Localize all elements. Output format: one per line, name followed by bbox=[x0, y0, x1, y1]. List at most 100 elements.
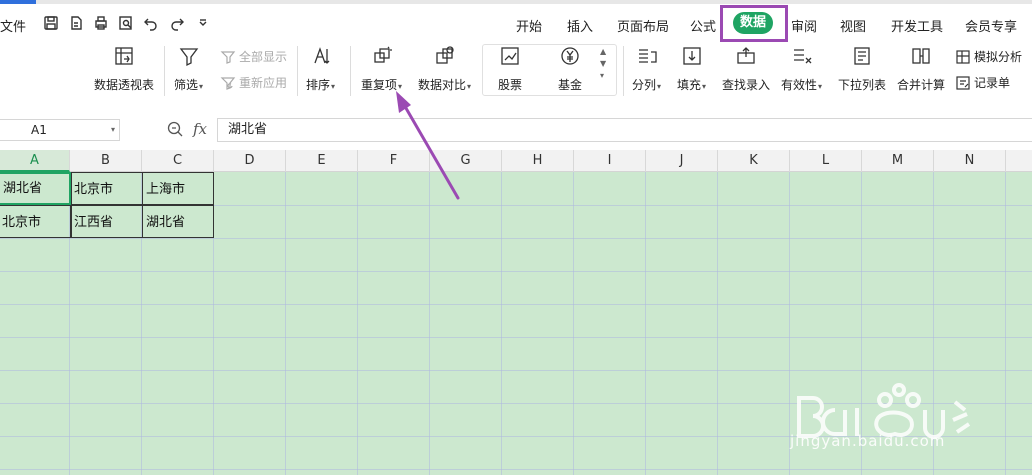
column-header-h[interactable]: H bbox=[502, 150, 574, 172]
consolidate-button[interactable]: 合并计算 bbox=[897, 44, 945, 93]
data-compare-button[interactable]: 数据对比▾ bbox=[418, 44, 471, 93]
export-pdf-icon[interactable] bbox=[67, 14, 85, 32]
name-box-value: A1 bbox=[31, 123, 47, 137]
fill-button[interactable]: 填充▾ bbox=[677, 44, 706, 93]
show-all-button[interactable]: 全部显示 bbox=[220, 48, 287, 65]
tab-review[interactable]: 审阅 bbox=[791, 16, 817, 35]
record-form-button[interactable]: 记录单 bbox=[955, 74, 1010, 91]
watermark-text: jingyan.baidu.com bbox=[790, 432, 946, 450]
cell-a2[interactable]: 北京市 bbox=[0, 205, 71, 238]
gridline bbox=[1005, 172, 1006, 475]
ribbon-divider bbox=[297, 46, 298, 96]
column-header-e[interactable]: E bbox=[286, 150, 358, 172]
split-column-button[interactable]: 分列▾ bbox=[632, 44, 661, 93]
filter-label: 筛选 bbox=[174, 78, 199, 92]
what-if-analysis-button[interactable]: 模拟分析 bbox=[955, 48, 1022, 65]
cell-c2[interactable]: 湖北省 bbox=[142, 205, 214, 238]
tab-view[interactable]: 视图 bbox=[840, 16, 866, 35]
gridline bbox=[573, 172, 574, 475]
column-header-k[interactable]: K bbox=[718, 150, 790, 172]
column-header-j[interactable]: J bbox=[646, 150, 718, 172]
column-header-a[interactable]: A bbox=[0, 150, 70, 172]
fund-button[interactable]: 基金 bbox=[558, 44, 582, 93]
validity-button[interactable]: 有效性▾ bbox=[781, 44, 822, 93]
gridline bbox=[0, 271, 1032, 272]
chevron-down-icon: ▾ bbox=[467, 82, 472, 91]
column-header-i[interactable]: I bbox=[574, 150, 646, 172]
gridline bbox=[285, 172, 286, 475]
tab-page-layout[interactable]: 页面布局 bbox=[617, 16, 669, 35]
lookup-entry-button[interactable]: 查找录入 bbox=[722, 44, 770, 93]
cell-b2[interactable]: 江西省 bbox=[71, 205, 143, 238]
gridline bbox=[0, 469, 1032, 470]
tab-member[interactable]: 会员专享 bbox=[965, 16, 1017, 35]
reapply-button[interactable]: 重新应用 bbox=[220, 74, 287, 91]
dropdown-list-button[interactable]: 下拉列表 bbox=[838, 44, 886, 93]
tab-insert[interactable]: 插入 bbox=[567, 16, 593, 35]
gridline bbox=[717, 172, 718, 475]
chevron-down-icon[interactable]: ▾ bbox=[111, 120, 115, 140]
print-preview-icon[interactable] bbox=[117, 14, 135, 32]
gridline bbox=[357, 172, 358, 475]
lookup-entry-icon bbox=[734, 44, 758, 68]
ribbon-divider bbox=[164, 46, 165, 96]
cell-b1[interactable]: 北京市 bbox=[71, 172, 143, 205]
column-header-m[interactable]: M bbox=[862, 150, 934, 172]
duplicates-icon bbox=[370, 44, 394, 68]
gridline bbox=[0, 304, 1032, 305]
sheet-grid[interactable]: 北京市 上海市 北京市 江西省 湖北省 湖北省 jingyan.baidu.co… bbox=[0, 172, 1032, 475]
stock-chart-icon bbox=[498, 44, 522, 68]
fill-label: 填充 bbox=[677, 78, 702, 92]
fund-label: 基金 bbox=[558, 78, 583, 92]
duplicates-label: 重复项 bbox=[361, 78, 398, 92]
data-compare-icon bbox=[433, 44, 457, 68]
column-header-l[interactable]: L bbox=[790, 150, 862, 172]
gridline bbox=[0, 238, 1032, 239]
duplicates-button[interactable]: 重复项▾ bbox=[361, 44, 402, 93]
column-header-g[interactable]: G bbox=[430, 150, 502, 172]
gridline bbox=[0, 370, 1032, 371]
chevron-down-icon: ▾ bbox=[702, 82, 707, 91]
tab-developer[interactable]: 开发工具 bbox=[891, 16, 943, 35]
formula-input[interactable]: 湖北省 bbox=[217, 118, 1032, 142]
column-header-b[interactable]: B bbox=[70, 150, 142, 172]
function-icon[interactable]: fx bbox=[193, 120, 207, 138]
gridline bbox=[0, 337, 1032, 338]
pivot-table-button[interactable]: 数据透视表 bbox=[94, 44, 154, 93]
zoom-icon[interactable] bbox=[166, 120, 184, 142]
menu-file[interactable]: 文件 bbox=[0, 16, 26, 35]
column-header-c[interactable]: C bbox=[142, 150, 214, 172]
filter-button[interactable]: 筛选▾ bbox=[174, 44, 203, 93]
dropdown-list-icon bbox=[850, 44, 874, 68]
gallery-scroll[interactable]: ▲ ▼ ▾ bbox=[600, 46, 606, 82]
column-headers: A B C D E F G H I J K L M N bbox=[0, 150, 1032, 172]
yen-coin-icon bbox=[558, 44, 582, 68]
save-icon[interactable] bbox=[42, 14, 60, 32]
gridline bbox=[501, 172, 502, 475]
show-all-label: 全部显示 bbox=[239, 50, 288, 64]
redo-icon[interactable] bbox=[168, 14, 186, 32]
chevron-down-icon: ▾ bbox=[657, 82, 662, 91]
undo-icon[interactable] bbox=[142, 14, 160, 32]
stock-button[interactable]: 股票 bbox=[498, 44, 522, 93]
chevron-down-icon: ▾ bbox=[398, 82, 403, 91]
what-if-analysis-label: 模拟分析 bbox=[974, 50, 1023, 64]
tab-formula[interactable]: 公式 bbox=[690, 16, 716, 35]
chevron-down-icon: ▾ bbox=[818, 82, 823, 91]
record-form-label: 记录单 bbox=[974, 76, 1011, 90]
data-compare-label: 数据对比 bbox=[418, 78, 467, 92]
validity-label: 有效性 bbox=[781, 78, 818, 92]
column-header-f[interactable]: F bbox=[358, 150, 430, 172]
cell-a1[interactable]: 湖北省 bbox=[0, 172, 71, 205]
column-header-n[interactable]: N bbox=[934, 150, 1006, 172]
tab-start[interactable]: 开始 bbox=[516, 16, 542, 35]
column-header-d[interactable]: D bbox=[214, 150, 286, 172]
cell-c1[interactable]: 上海市 bbox=[142, 172, 214, 205]
reapply-icon bbox=[220, 76, 236, 90]
print-icon[interactable] bbox=[92, 14, 110, 32]
dropdown-list-label: 下拉列表 bbox=[838, 78, 887, 92]
name-box[interactable]: A1 ▾ bbox=[0, 119, 120, 141]
sort-button[interactable]: 排序▾ bbox=[306, 44, 335, 93]
pivot-table-label: 数据透视表 bbox=[94, 78, 155, 92]
quick-access-more-icon[interactable] bbox=[194, 14, 212, 32]
